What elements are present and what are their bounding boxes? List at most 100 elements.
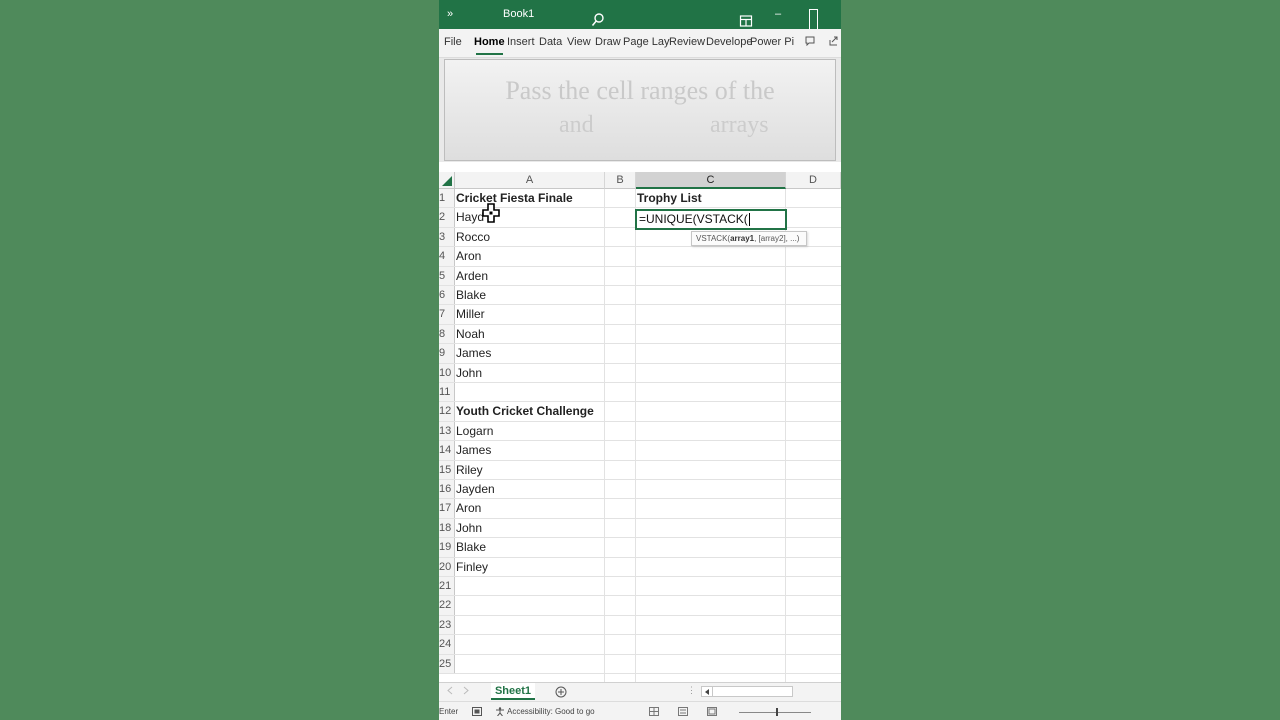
more-commands-icon[interactable]: » bbox=[447, 0, 453, 29]
tab-home[interactable]: Home bbox=[474, 29, 505, 55]
tab-file[interactable]: File bbox=[444, 29, 462, 55]
cell-a[interactable]: Cricket Fiesta Finale bbox=[455, 189, 605, 207]
mode-indicator: Enter bbox=[439, 707, 459, 716]
horizontal-scrollbar[interactable] bbox=[701, 686, 793, 697]
tab-data[interactable]: Data bbox=[539, 29, 562, 55]
column-header-a[interactable]: A bbox=[455, 172, 605, 189]
row-header[interactable]: 16 bbox=[439, 480, 455, 499]
cell-a[interactable]: Logarn bbox=[455, 422, 605, 440]
cell-a[interactable]: John bbox=[455, 519, 605, 537]
row-header[interactable]: 7 bbox=[439, 305, 455, 324]
row-header[interactable]: 22 bbox=[439, 596, 455, 615]
cell-a[interactable]: Riley bbox=[455, 461, 605, 479]
prev-sheet-icon[interactable] bbox=[447, 686, 453, 695]
tab-page-layout[interactable]: Page Lay bbox=[623, 29, 669, 55]
tab-power-pivot[interactable]: Power Pi bbox=[750, 29, 794, 55]
tab-insert[interactable]: Insert bbox=[507, 29, 535, 55]
cell-a[interactable]: John bbox=[455, 364, 605, 382]
page-break-view-icon[interactable] bbox=[707, 707, 717, 716]
cell-a[interactable] bbox=[455, 635, 605, 653]
cell-a[interactable]: Aron bbox=[455, 247, 605, 265]
cell-a[interactable]: James bbox=[455, 441, 605, 459]
formula-text: =UNIQUE(VSTACK( bbox=[639, 212, 748, 226]
accessibility-status[interactable]: Accessibility: Good to go bbox=[507, 702, 595, 720]
row-header[interactable]: 8 bbox=[439, 324, 455, 344]
row-header[interactable]: 1 bbox=[439, 189, 455, 208]
select-all-corner[interactable] bbox=[439, 172, 455, 189]
row-header[interactable]: 12 bbox=[439, 402, 455, 421]
row-header[interactable]: 21 bbox=[439, 577, 455, 596]
row-header[interactable]: 14 bbox=[439, 441, 455, 460]
instruction-banner: Pass the cell ranges of the and arrays bbox=[444, 59, 836, 161]
row-header[interactable]: 6 bbox=[439, 286, 455, 305]
tab-split-handle[interactable]: ⋮ bbox=[687, 685, 696, 696]
row-header[interactable]: 5 bbox=[439, 266, 455, 285]
cell-a[interactable]: Noah bbox=[455, 325, 605, 343]
active-cell-c2[interactable]: =UNIQUE(VSTACK( bbox=[635, 209, 787, 230]
cell-a[interactable]: Jayden bbox=[455, 480, 605, 498]
row-header[interactable]: 3 bbox=[439, 227, 455, 247]
row-header[interactable]: 25 bbox=[439, 654, 455, 673]
table-row: 14 James bbox=[439, 441, 841, 461]
sheet-tab-sheet1[interactable]: Sheet1 bbox=[491, 683, 535, 700]
worksheet-grid[interactable]: A B C D 1 Cricket Fiesta Finale Trophy Lis… bbox=[439, 172, 841, 682]
table-row: 9 James bbox=[439, 344, 841, 364]
cell-a[interactable]: Arden bbox=[455, 267, 605, 285]
zoom-slider[interactable] bbox=[739, 712, 811, 713]
cell-a[interactable]: Rocco bbox=[455, 228, 605, 246]
cell-a[interactable]: Blake bbox=[455, 286, 605, 304]
row-header[interactable]: 4 bbox=[439, 247, 455, 266]
next-sheet-icon[interactable] bbox=[463, 686, 469, 695]
table-row: 7 Miller bbox=[439, 305, 841, 325]
cell-a[interactable]: Hayd bbox=[455, 208, 605, 226]
row-header[interactable]: 20 bbox=[439, 557, 455, 576]
accessibility-icon[interactable] bbox=[495, 707, 505, 716]
row-header[interactable]: 23 bbox=[439, 615, 455, 635]
banner-word-arrays: arrays bbox=[710, 112, 769, 138]
tab-developer[interactable]: Develope bbox=[706, 29, 752, 55]
page-layout-view-icon[interactable] bbox=[678, 707, 688, 716]
share-icon[interactable] bbox=[829, 36, 839, 46]
column-header-c[interactable]: C bbox=[636, 172, 786, 189]
cell-a[interactable] bbox=[455, 596, 605, 614]
minimize-button[interactable]: – bbox=[775, 0, 781, 29]
row-header[interactable]: 11 bbox=[439, 383, 455, 402]
row-header[interactable]: 19 bbox=[439, 538, 455, 557]
cell-a[interactable]: James bbox=[455, 344, 605, 362]
row-header[interactable]: 24 bbox=[439, 635, 455, 654]
row-header[interactable]: 17 bbox=[439, 499, 455, 518]
macro-record-icon[interactable] bbox=[472, 707, 482, 716]
cell-a[interactable]: Miller bbox=[455, 305, 605, 323]
cell-a[interactable] bbox=[455, 383, 605, 401]
text-caret bbox=[748, 213, 750, 227]
row-header[interactable]: 2 bbox=[439, 208, 455, 227]
tab-view[interactable]: View bbox=[567, 29, 591, 55]
row-header[interactable]: 9 bbox=[439, 344, 455, 363]
column-header-d[interactable]: D bbox=[786, 172, 841, 189]
banner-word-and: and bbox=[559, 112, 594, 138]
cell-a[interactable]: Blake bbox=[455, 538, 605, 556]
add-sheet-icon[interactable] bbox=[555, 686, 567, 698]
comments-icon[interactable] bbox=[805, 36, 815, 46]
zoom-slider-thumb[interactable] bbox=[776, 708, 778, 716]
cell-a[interactable]: Youth Cricket Challenge bbox=[455, 402, 605, 420]
scroll-left-icon[interactable] bbox=[702, 687, 713, 696]
tab-draw[interactable]: Draw bbox=[595, 29, 621, 55]
cell-a[interactable] bbox=[455, 616, 605, 634]
cell-a[interactable] bbox=[455, 577, 605, 595]
table-row: 8 Noah bbox=[439, 324, 841, 345]
cell-a[interactable] bbox=[455, 655, 605, 673]
tooltip-current-arg: array1 bbox=[730, 234, 755, 243]
row-header[interactable]: 18 bbox=[439, 518, 455, 538]
column-header-b[interactable]: B bbox=[605, 172, 636, 189]
table-row: 6 Blake bbox=[439, 286, 841, 306]
tab-review[interactable]: Review bbox=[669, 29, 705, 55]
normal-view-icon[interactable] bbox=[649, 707, 659, 716]
cell-c[interactable]: Trophy List bbox=[636, 189, 786, 207]
banner-line-1: Pass the cell ranges of the bbox=[505, 76, 775, 105]
row-header[interactable]: 13 bbox=[439, 421, 455, 441]
row-header[interactable]: 15 bbox=[439, 460, 455, 479]
cell-a[interactable]: Finley bbox=[455, 558, 605, 576]
row-header[interactable]: 10 bbox=[439, 363, 455, 382]
cell-a[interactable]: Aron bbox=[455, 499, 605, 517]
